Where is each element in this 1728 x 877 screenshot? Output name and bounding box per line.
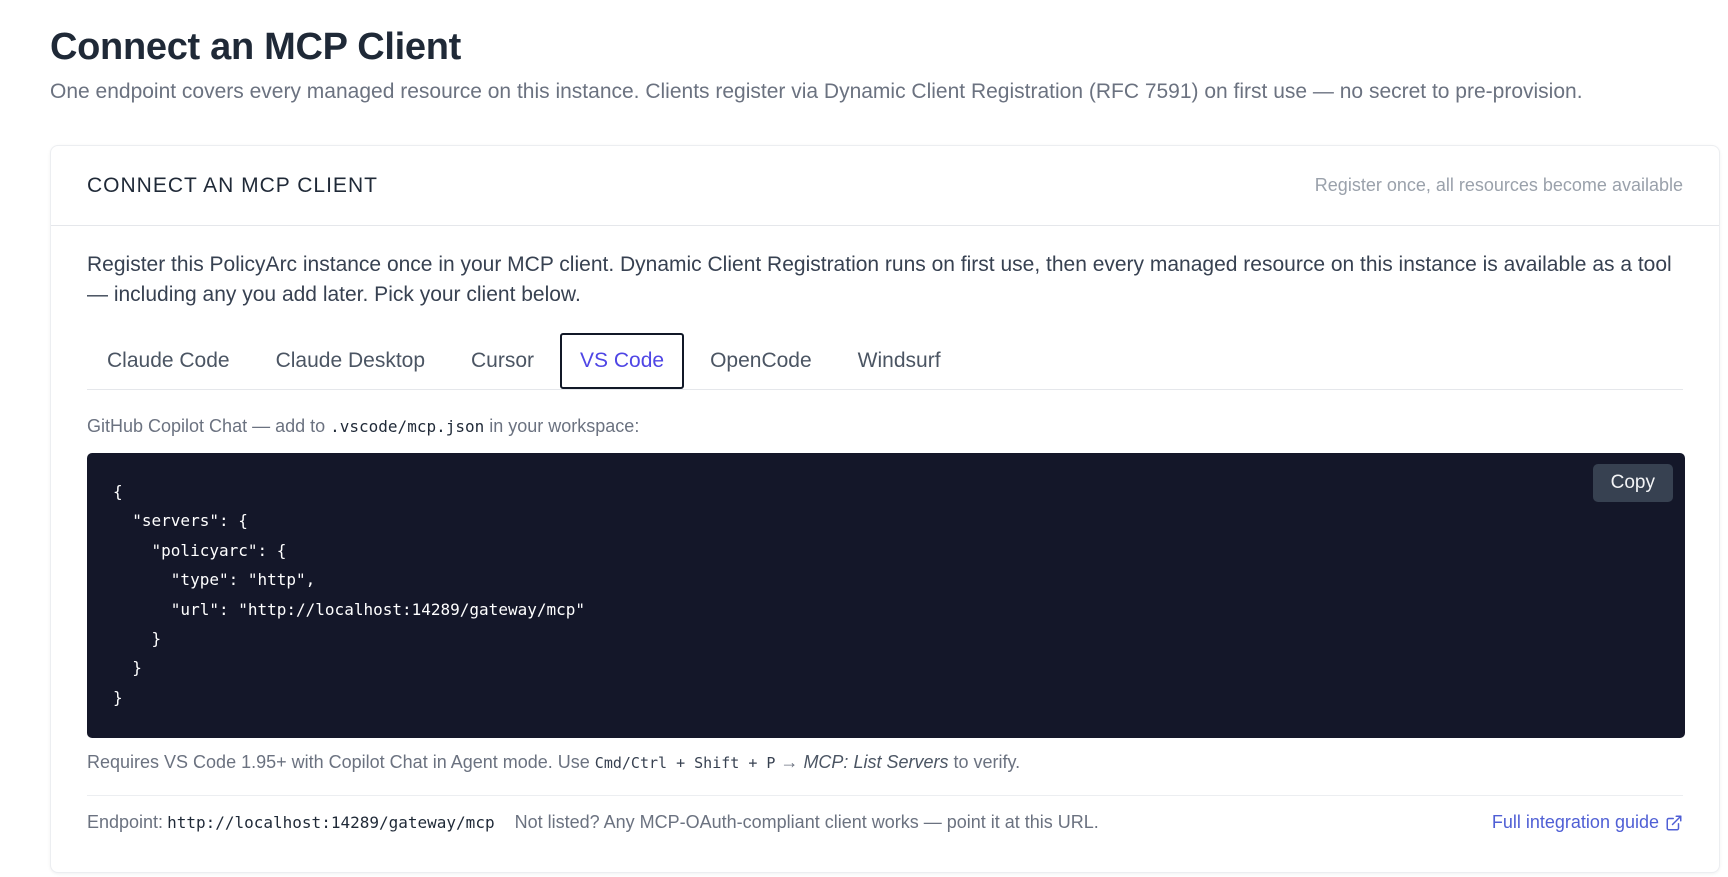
endpoint-info: Endpoint: http://localhost:14289/gateway… — [87, 812, 1099, 833]
config-file-path: .vscode/mcp.json — [330, 417, 485, 436]
tab-label: Claude Desktop — [275, 348, 426, 372]
tab-label: OpenCode — [710, 348, 812, 372]
config-code-block: { "servers": { "policyarc": { "type": "h… — [87, 453, 1685, 738]
mcp-command: MCP: List Servers — [803, 752, 949, 772]
card-title: CONNECT AN MCP CLIENT — [87, 173, 378, 197]
intro-text: Register this PolicyArc instance once in… — [87, 253, 1672, 306]
tab-vs-code[interactable]: VS Code — [560, 332, 685, 389]
external-link-icon — [1666, 815, 1682, 830]
tab-claude-desktop[interactable]: Claude Desktop — [256, 333, 445, 389]
requires-suffix: to verify. — [948, 752, 1021, 772]
card-hint: Register once, all resources become avai… — [1314, 175, 1683, 195]
page: Connect an MCP Client One endpoint cover… — [0, 0, 1728, 877]
config-code[interactable]: { "servers": { "policyarc": { "type": "h… — [113, 477, 1659, 712]
card-footer: Endpoint: http://localhost:14289/gateway… — [87, 795, 1683, 843]
tab-cursor[interactable]: Cursor — [451, 333, 554, 389]
page-subtitle: One endpoint covers every managed resour… — [50, 80, 1583, 103]
copy-button[interactable]: Copy — [1592, 464, 1673, 502]
instruction-suffix: in your workspace: — [484, 416, 640, 436]
card-body: Register this PolicyArc instance once in… — [51, 226, 1719, 843]
page-title: Connect an MCP Client — [50, 26, 462, 68]
client-tabs: Claude Code Claude Desktop Cursor VS Cod… — [87, 332, 1683, 390]
instruction-text: GitHub Copilot Chat — add to .vscode/mcp… — [87, 416, 1683, 437]
shortcut-keys: Cmd/Ctrl + Shift + P — [594, 754, 776, 772]
guide-link-label: Full integration guide — [1491, 812, 1659, 832]
endpoint-label: Endpoint: — [87, 812, 164, 832]
requires-prefix: Requires VS Code 1.95+ with Copilot Chat… — [87, 752, 595, 772]
requirements-note: Requires VS Code 1.95+ with Copilot Chat… — [87, 752, 1683, 773]
arrow-text: → — [775, 752, 804, 772]
endpoint-url[interactable]: http://localhost:14289/gateway/mcp — [167, 813, 495, 832]
connect-card: CONNECT AN MCP CLIENT Register once, all… — [50, 145, 1720, 873]
not-listed-note: Not listed? Any MCP-OAuth-compliant clie… — [514, 812, 1099, 832]
full-integration-guide-link[interactable]: Full integration guide — [1492, 812, 1683, 833]
tab-windsurf[interactable]: Windsurf — [838, 333, 961, 389]
tab-label: Cursor — [471, 348, 535, 372]
instruction-prefix: GitHub Copilot Chat — add to — [87, 416, 331, 436]
tab-label: Claude Code — [107, 348, 230, 372]
card-header: CONNECT AN MCP CLIENT Register once, all… — [51, 146, 1719, 226]
tab-claude-code[interactable]: Claude Code — [87, 333, 250, 389]
tab-label: VS Code — [580, 348, 665, 372]
tab-label: Windsurf — [857, 348, 941, 372]
tab-opencode[interactable]: OpenCode — [690, 333, 832, 389]
